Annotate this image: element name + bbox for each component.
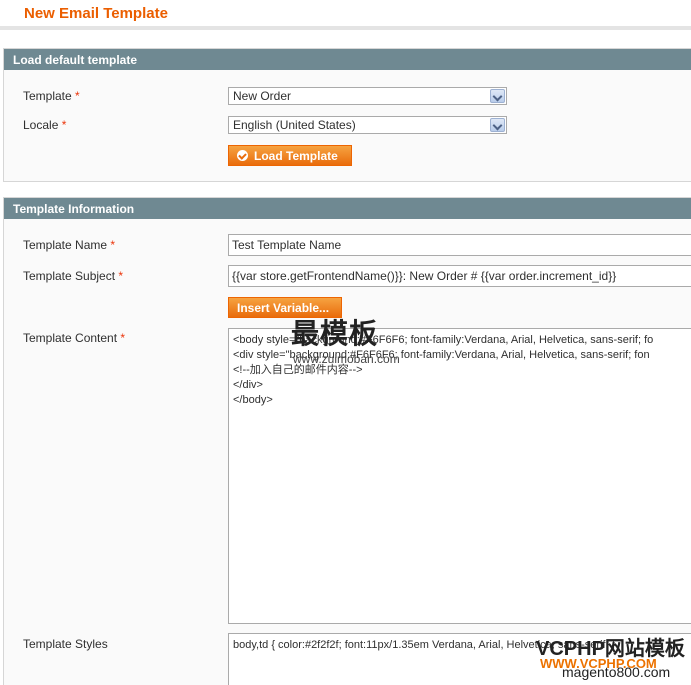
template-select-value: New Order (233, 89, 292, 103)
content-line: <body style="background:#F6F6F6; font-fa… (233, 334, 654, 346)
template-name-input[interactable]: Test Template Name (228, 234, 691, 256)
required-mark: * (120, 331, 126, 345)
content-line: <div style="background:#F6F6F6; font-fam… (233, 349, 650, 361)
required-mark: * (75, 89, 80, 103)
template-content-label: Template Content * (23, 331, 125, 345)
template-styles-textarea[interactable]: body,td { color:#2f2f2f; font:11px/1.35e… (228, 633, 691, 685)
locale-select[interactable]: English (United States) (228, 116, 507, 134)
section-heading-info: Template Information (4, 198, 691, 219)
content-line: <!--加入自己的邮件内容--> (233, 364, 363, 376)
content-line: </body> (233, 394, 273, 406)
required-mark: * (110, 238, 116, 252)
styles-line: body,td { color:#2f2f2f; font:11px/1.35e… (233, 639, 616, 651)
chevron-down-icon[interactable] (490, 89, 505, 103)
template-subject-label-text: Template Subject (23, 269, 116, 283)
load-template-button-label: Load Template (254, 149, 338, 163)
template-name-label: Template Name * (23, 238, 115, 252)
template-content-label-text: Template Content (23, 331, 118, 345)
template-subject-input[interactable]: {{var store.getFrontendName()}}: New Ord… (228, 265, 691, 287)
locale-label: Locale * (23, 118, 66, 132)
template-name-label-text: Template Name (23, 238, 108, 252)
template-subject-label: Template Subject * (23, 269, 123, 283)
insert-variable-button-label: Insert Variable... (237, 301, 330, 315)
content-line: </div> (233, 379, 263, 391)
template-select[interactable]: New Order (228, 87, 507, 105)
locale-select-value: English (United States) (233, 118, 356, 132)
template-styles-label: Template Styles (23, 637, 108, 651)
locale-label-text: Locale (23, 118, 59, 132)
chevron-down-icon[interactable] (490, 118, 505, 132)
page-title: New Email Template (24, 5, 168, 22)
template-label: Template * (23, 89, 80, 103)
template-content-textarea[interactable]: <body style="background:#F6F6F6; font-fa… (228, 328, 691, 624)
insert-variable-button[interactable]: Insert Variable... (228, 297, 342, 318)
template-styles-label-text: Template Styles (23, 637, 108, 651)
page-header: New Email Template (0, 0, 691, 30)
load-template-button[interactable]: Load Template (228, 145, 352, 166)
required-mark: * (61, 118, 67, 132)
section-heading-load: Load default template (4, 49, 691, 70)
template-label-text: Template (23, 89, 72, 103)
required-mark: * (118, 269, 124, 283)
checkmark-icon (237, 150, 248, 161)
